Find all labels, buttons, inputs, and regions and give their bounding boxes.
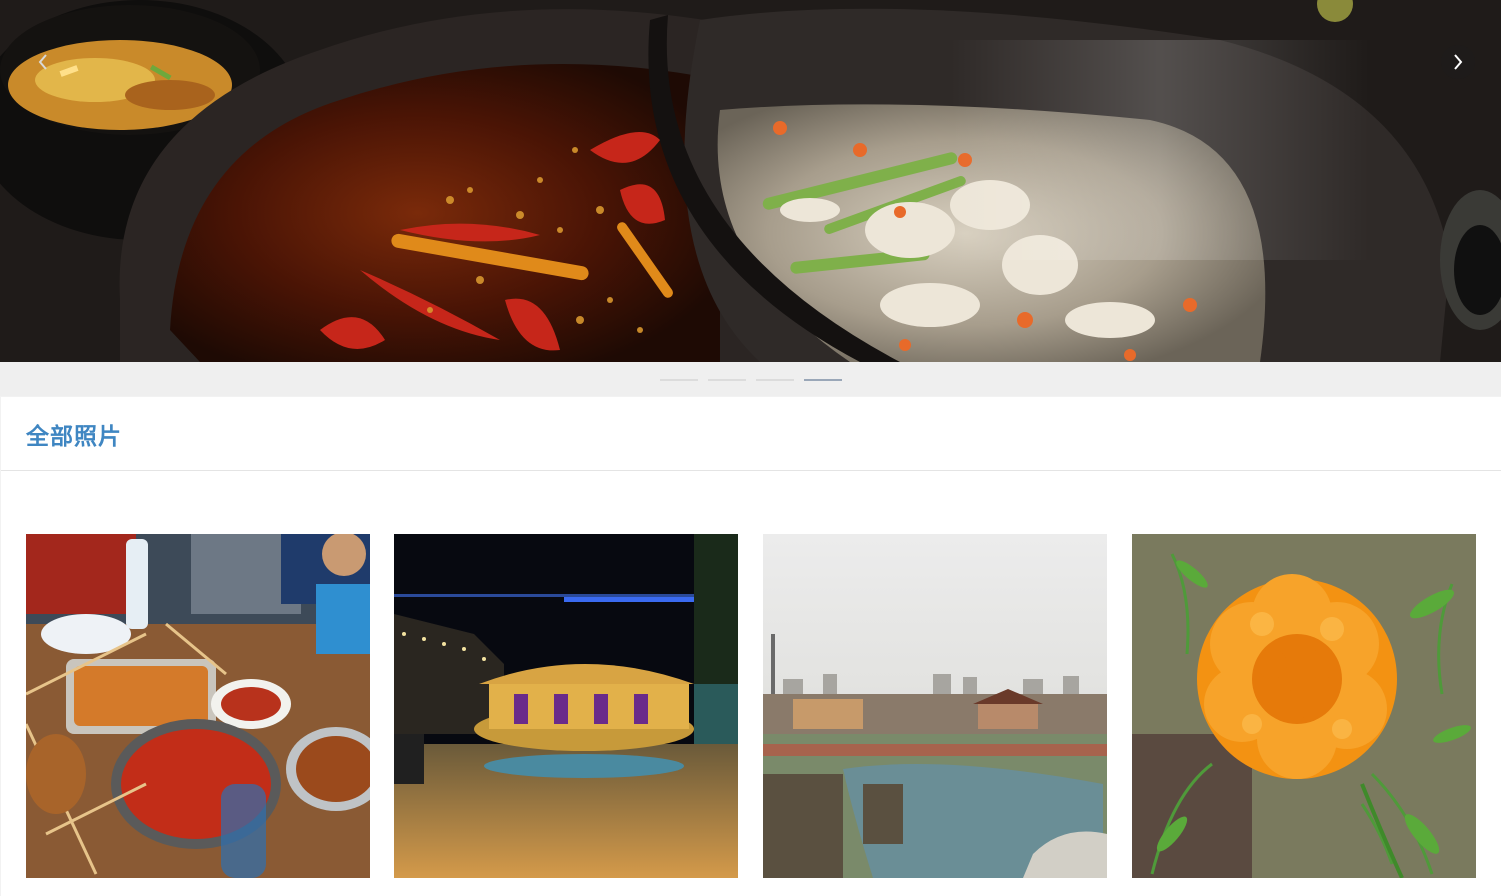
carousel-dot-3[interactable] — [756, 379, 794, 381]
gallery-title: 全部照片 — [26, 423, 122, 450]
carousel-slide-hotpot[interactable] — [0, 0, 1501, 362]
carousel-next-button[interactable] — [1441, 45, 1475, 79]
hotpot-image — [0, 0, 1501, 362]
photo-carousel — [0, 0, 1501, 396]
carousel-prev-button[interactable] — [26, 45, 60, 79]
photo-thumbnail[interactable] — [394, 534, 738, 878]
chevron-right-icon — [1454, 54, 1463, 70]
night-park-photo-image — [394, 534, 738, 878]
gallery-header: 全部照片 — [1, 397, 1501, 471]
carousel-pagination — [660, 379, 842, 381]
city-lake-photo-image — [763, 534, 1107, 878]
photo-thumbnail[interactable] — [1132, 534, 1476, 878]
carousel-dot-4[interactable] — [804, 379, 842, 381]
photo-thumbnail[interactable] — [26, 534, 370, 878]
photo-gallery: 全部照片 — [1, 397, 1501, 896]
marigold-photo-image — [1132, 534, 1476, 878]
photo-thumbnail[interactable] — [763, 534, 1107, 878]
carousel-dot-1[interactable] — [660, 379, 698, 381]
carousel-dot-2[interactable] — [708, 379, 746, 381]
food-photo-image — [26, 534, 370, 878]
chevron-left-icon — [38, 54, 47, 70]
